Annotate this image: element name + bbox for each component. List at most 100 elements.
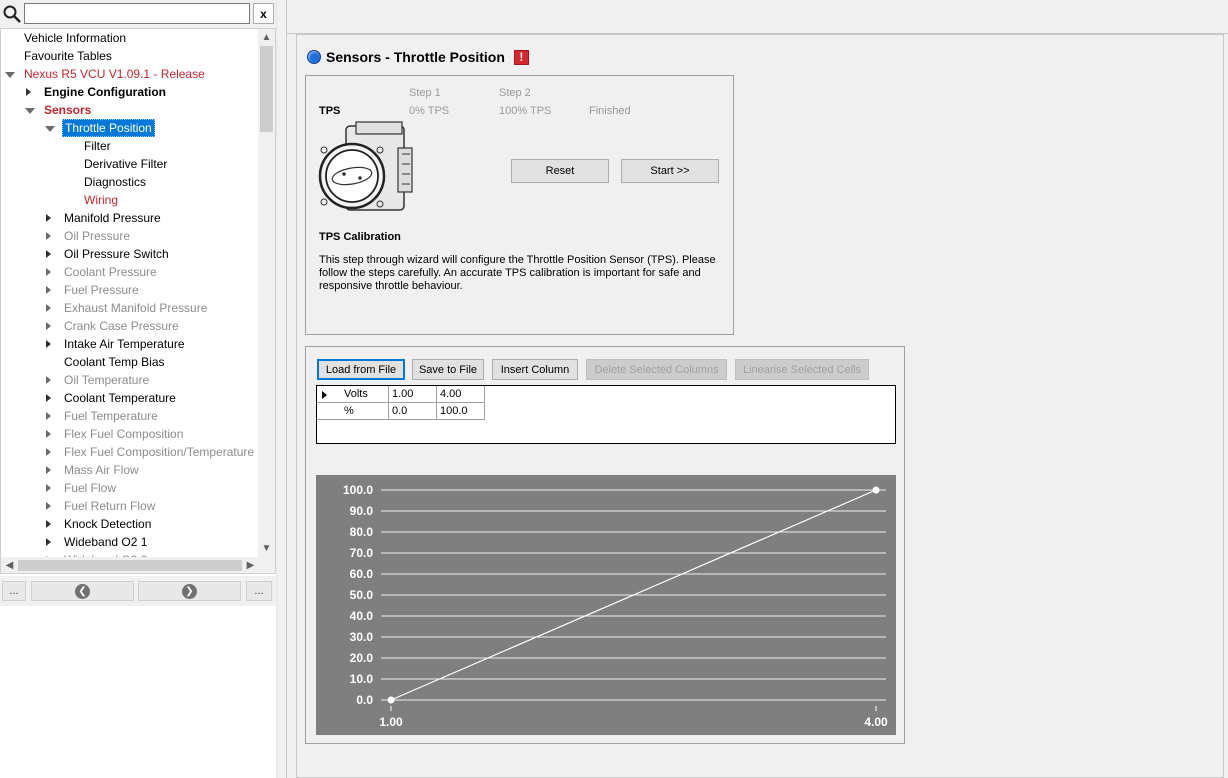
insert-column-button[interactable]: Insert Column	[492, 359, 578, 380]
collapse-arrow-icon[interactable]	[46, 466, 51, 474]
tree-item[interactable]: Oil Temperature	[1, 371, 259, 389]
tree-item[interactable]: Engine Configuration	[1, 83, 259, 101]
y-tick-label: 70.0	[350, 546, 374, 560]
collapse-arrow-icon[interactable]	[46, 484, 51, 492]
scroll-left-icon[interactable]: ◀	[1, 557, 18, 573]
tree-item[interactable]: Vehicle Information	[1, 29, 259, 47]
step-1-subtitle: 0% TPS	[409, 105, 450, 117]
previous-button[interactable]: ❮	[31, 581, 134, 601]
tree-item[interactable]: Exhaust Manifold Pressure	[1, 299, 259, 317]
tree-item[interactable]: Diagnostics	[1, 173, 259, 191]
tree-item-label: Nexus R5 VCU V1.09.1 - Release	[24, 67, 205, 81]
bottom-strip	[0, 764, 276, 778]
collapse-arrow-icon[interactable]	[46, 340, 51, 348]
tree-item[interactable]: Manifold Pressure	[1, 209, 259, 227]
collapse-arrow-icon[interactable]	[46, 322, 51, 330]
search-icon[interactable]	[2, 4, 22, 24]
reset-button[interactable]: Reset	[511, 159, 609, 183]
tree-item[interactable]: Oil Pressure	[1, 227, 259, 245]
vertical-scrollbar[interactable]: ▲ ▼	[258, 29, 275, 557]
start-button[interactable]: Start >>	[621, 159, 719, 183]
expand-arrow-icon[interactable]	[25, 108, 35, 114]
collapse-arrow-icon[interactable]	[46, 520, 51, 528]
linearise-selected-cells-button[interactable]: Linearise Selected Cells	[735, 359, 869, 380]
collapse-arrow-icon[interactable]	[46, 304, 51, 312]
collapse-arrow-icon[interactable]	[46, 268, 51, 276]
grid-row-header-volts[interactable]: Volts	[317, 386, 389, 403]
x-tick-label: 1.00	[379, 715, 403, 729]
collapse-arrow-icon[interactable]	[46, 232, 51, 240]
collapse-arrow-icon[interactable]	[46, 538, 51, 546]
vertical-scroll-thumb[interactable]	[260, 46, 273, 132]
collapse-arrow-icon[interactable]	[46, 376, 51, 384]
save-to-file-button[interactable]: Save to File	[412, 359, 484, 380]
tree-item[interactable]: Coolant Temp Bias	[1, 353, 259, 371]
tree-item[interactable]: Mass Air Flow	[1, 461, 259, 479]
collapse-arrow-icon[interactable]	[46, 448, 51, 456]
tree-item[interactable]: Coolant Pressure	[1, 263, 259, 281]
tree-item[interactable]: Wideband O2 1	[1, 533, 259, 551]
tree-item[interactable]: Flex Fuel Composition/Temperature S	[1, 443, 259, 461]
grid-cell-volts-1[interactable]: 1.00	[389, 386, 437, 403]
calibration-chart: 0.0 10.0 20.0 30.0 40.0 50.0 60.0 70.0 80.0 90.0 1…	[316, 475, 896, 735]
tree-item-label: Fuel Temperature	[64, 409, 158, 423]
more-left-button[interactable]: ...	[2, 581, 26, 601]
tree-item[interactable]: Knock Detection	[1, 515, 259, 533]
tree-item-label: Fuel Return Flow	[64, 499, 156, 513]
tree-item[interactable]: Fuel Temperature	[1, 407, 259, 425]
tree-item-label: Oil Temperature	[64, 373, 150, 387]
tree-item[interactable]: Nexus R5 VCU V1.09.1 - Release	[1, 65, 259, 83]
tree-item[interactable]: Crank Case Pressure	[1, 317, 259, 335]
tree-item[interactable]: Flex Fuel Composition	[1, 425, 259, 443]
grid-cell-volts-2[interactable]: 4.00	[437, 386, 485, 403]
horizontal-scroll-thumb[interactable]	[18, 560, 242, 571]
tree-item[interactable]: Fuel Return Flow	[1, 497, 259, 515]
collapse-arrow-icon[interactable]	[46, 412, 51, 420]
scroll-up-icon[interactable]: ▲	[258, 29, 275, 46]
expand-arrow-icon[interactable]	[5, 72, 15, 78]
tree-item[interactable]: Sensors	[1, 101, 259, 119]
next-button[interactable]: ❯	[138, 581, 241, 601]
search-input[interactable]	[24, 3, 250, 24]
pane-splitter[interactable]	[276, 0, 286, 778]
y-tick-label: 80.0	[350, 525, 374, 539]
warning-icon[interactable]: !	[513, 49, 529, 65]
scroll-right-icon[interactable]: ▶	[242, 557, 259, 573]
grid-cell-percent-1[interactable]: 0.0	[389, 403, 437, 420]
expand-arrow-icon[interactable]	[45, 126, 55, 132]
tree-item[interactable]: Favourite Tables	[1, 47, 259, 65]
tree-item[interactable]: Fuel Flow	[1, 479, 259, 497]
page-header: Sensors - Throttle Position !	[307, 47, 529, 67]
tree-item-label: Mass Air Flow	[64, 463, 139, 477]
collapse-arrow-icon[interactable]	[26, 88, 31, 96]
tree-item[interactable]: Derivative Filter	[1, 155, 259, 173]
collapse-arrow-icon[interactable]	[46, 214, 51, 222]
tree-item[interactable]: Fuel Pressure	[1, 281, 259, 299]
data-point	[387, 696, 395, 704]
tree-item-label: Coolant Temp Bias	[64, 355, 165, 369]
tree-item-label: Fuel Flow	[64, 481, 117, 495]
grid-cell-percent-2[interactable]: 100.0	[437, 403, 485, 420]
tree-item-label: Wiring	[84, 193, 119, 207]
horizontal-scrollbar[interactable]: ◀ ▶	[1, 557, 259, 573]
tree-item[interactable]: Oil Pressure Switch	[1, 245, 259, 263]
clear-search-button[interactable]: x	[253, 3, 274, 24]
tree-item-label: Manifold Pressure	[64, 211, 161, 225]
collapse-arrow-icon[interactable]	[46, 250, 51, 258]
grid-row-header-percent[interactable]: %	[317, 403, 389, 420]
tree-item[interactable]: Coolant Temperature	[1, 389, 259, 407]
more-right-button[interactable]: ...	[246, 581, 272, 601]
collapse-arrow-icon[interactable]	[46, 502, 51, 510]
collapse-arrow-icon[interactable]	[46, 286, 51, 294]
search-row: x	[0, 0, 276, 28]
tree-item[interactable]: Intake Air Temperature	[1, 335, 259, 353]
tree-item[interactable]: Filter	[1, 137, 259, 155]
top-strip	[287, 0, 1228, 34]
tree-item[interactable]: Throttle Position	[1, 119, 259, 137]
collapse-arrow-icon[interactable]	[46, 430, 51, 438]
load-from-file-button[interactable]: Load from File	[317, 359, 405, 380]
tree-item[interactable]: Wiring	[1, 191, 259, 209]
collapse-arrow-icon[interactable]	[46, 394, 51, 402]
delete-selected-columns-button[interactable]: Delete Selected Columns	[586, 359, 727, 380]
scroll-down-icon[interactable]: ▼	[258, 540, 275, 557]
